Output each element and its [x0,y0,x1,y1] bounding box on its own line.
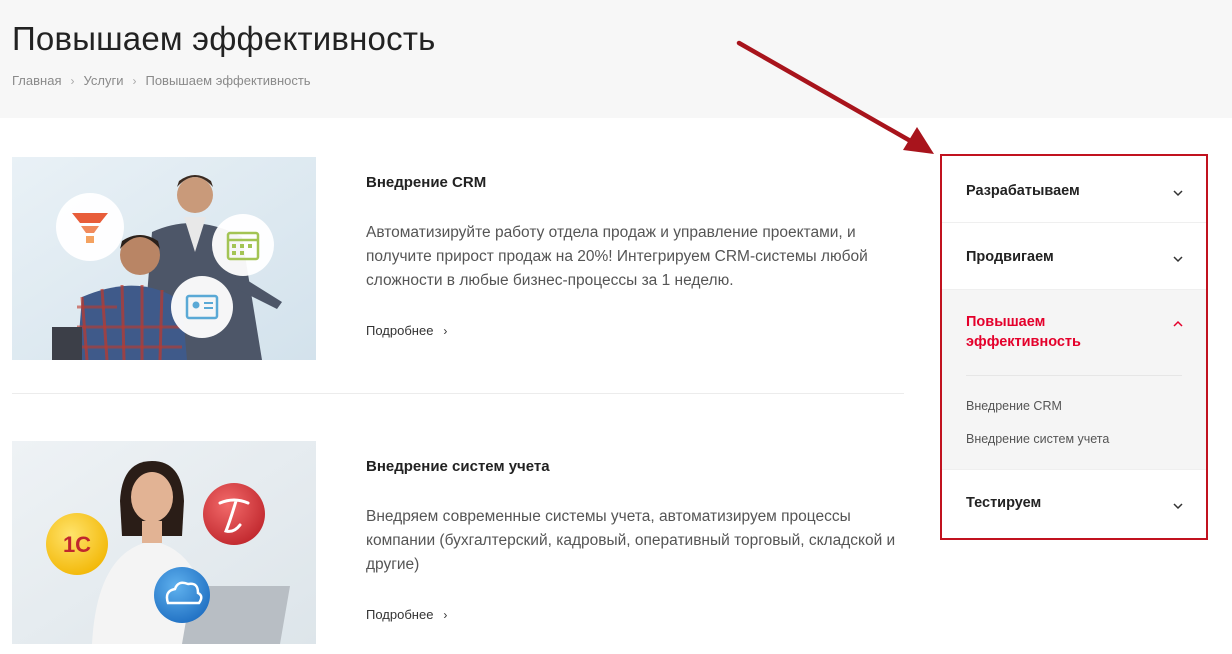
crm-illustration[interactable] [12,157,316,360]
chevron-down-icon [1173,256,1183,263]
page-title: Повышаем эффективность [12,20,436,57]
chevron-down-icon [1173,190,1183,197]
divider [966,375,1182,376]
more-link-label: Подробнее [366,323,434,338]
onec-logo: 1С [63,532,91,557]
service-card-crm: Внедрение CRM Автоматизируйте работу отд… [12,157,904,360]
breadcrumb: Главная › Услуги › Повышаем эффективност… [12,73,311,88]
more-link-label: Подробнее [366,607,434,622]
card-title[interactable]: Внедрение систем учета [366,458,550,475]
sidebar-subitem-crm[interactable]: Внедрение CRM [966,399,1062,413]
chevron-right-icon: › [70,73,75,88]
divider [12,393,904,394]
card-title[interactable]: Внедрение CRM [366,174,486,191]
chevron-down-icon [1173,503,1183,510]
sidebar-item-develop[interactable]: Разрабатываем [942,156,1206,223]
card-description: Автоматизируйте работу отдела продаж и у… [366,224,868,289]
breadcrumb-services[interactable]: Услуги [83,73,123,88]
more-link[interactable]: Подробнее › [366,323,447,338]
breadcrumb-home[interactable]: Главная [12,73,61,88]
sidebar-item-label: Продвигаем [966,249,1054,265]
services-sidebar: Разрабатываем Продвигаем Повышаем эффект… [940,154,1208,540]
chevron-right-icon: › [443,323,448,338]
service-card-accounting: 1С Внедрение систем учета Внедряем совре… [12,441,904,644]
chevron-up-icon[interactable] [1172,318,1184,330]
chevron-right-icon: › [132,73,137,88]
sidebar-item-label: Разрабатываем [966,183,1080,199]
sidebar-item-testing[interactable]: Тестируем [942,470,1206,538]
card-description: Внедряем современные системы учета, авто… [366,508,896,573]
more-link[interactable]: Подробнее › [366,607,447,622]
sidebar-item-promote[interactable]: Продвигаем [942,223,1206,290]
accounting-illustration[interactable]: 1С [12,441,316,644]
sidebar-item-label[interactable]: Повышаем эффективность [966,312,1136,352]
chevron-right-icon: › [443,607,448,622]
breadcrumb-current: Повышаем эффективность [145,73,311,88]
sidebar-item-label: Тестируем [966,495,1042,511]
sidebar-item-efficiency: Повышаем эффективность Внедрение CRM Вне… [942,290,1206,470]
sidebar-subitem-accounting[interactable]: Внедрение систем учета [966,432,1109,446]
page-header: Повышаем эффективность Главная › Услуги … [0,0,1232,118]
